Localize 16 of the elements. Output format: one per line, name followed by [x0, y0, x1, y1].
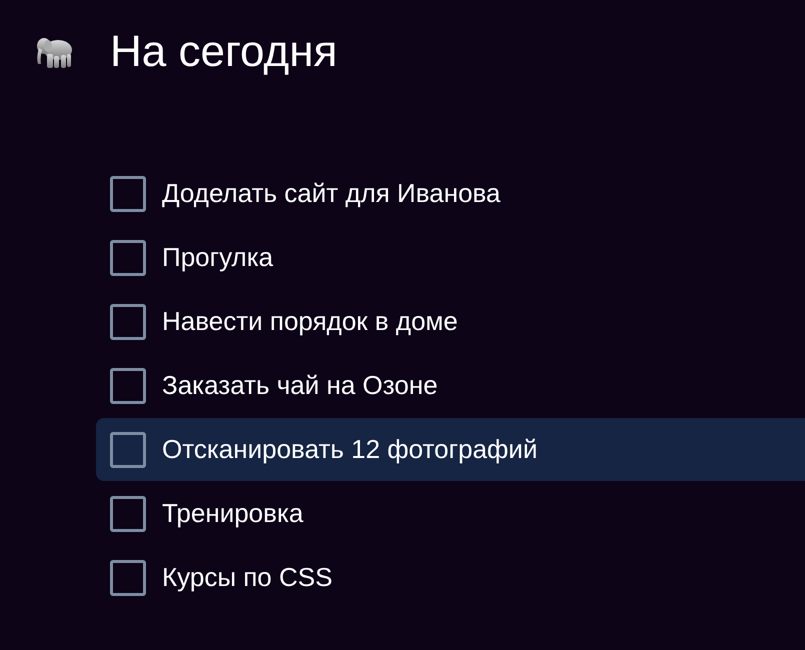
task-label: Отсканировать 12 фотографий	[162, 434, 538, 465]
checkbox[interactable]	[110, 368, 146, 404]
task-label: Прогулка	[162, 242, 274, 273]
task-label: Тренировка	[162, 498, 304, 529]
checkbox[interactable]	[110, 496, 146, 532]
task-label: Навести порядок в доме	[162, 306, 458, 337]
checkbox[interactable]	[110, 304, 146, 340]
checkbox[interactable]	[110, 240, 146, 276]
checkbox[interactable]	[110, 560, 146, 596]
checkbox[interactable]	[110, 432, 146, 468]
task-label: Доделать сайт для Иванова	[162, 178, 501, 209]
page-title: На сегодня	[110, 28, 338, 76]
task-label: Заказать чай на Озоне	[162, 370, 438, 401]
task-label: Курсы по CSS	[162, 562, 332, 593]
task-row-highlight[interactable]: Отсканировать 12 фотографий	[96, 418, 805, 481]
checkbox[interactable]	[110, 176, 146, 212]
